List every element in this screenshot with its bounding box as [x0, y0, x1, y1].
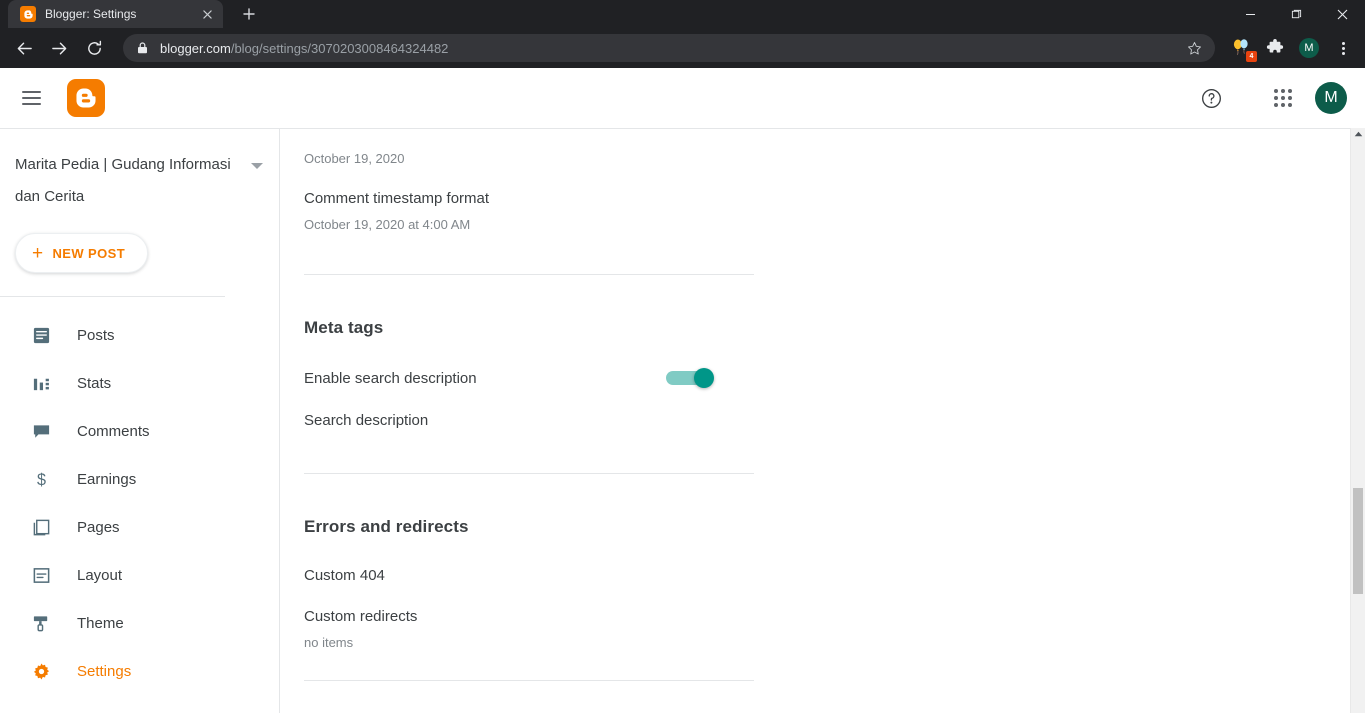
reload-icon[interactable]: [80, 34, 108, 62]
url-path: /blog/settings/3070203008464324482: [230, 40, 449, 56]
url-host: blogger.com: [160, 40, 231, 56]
sidebar-item-reading-list[interactable]: Reading List: [0, 695, 279, 713]
browser-chrome: Blogger: Settings blogger.com/blog/setti…: [0, 0, 1365, 68]
sidebar-item-label: Pages: [77, 518, 120, 536]
window-maximize-button[interactable]: [1273, 0, 1319, 28]
section-divider: [304, 473, 754, 474]
sidebar-item-stats[interactable]: Stats: [0, 359, 279, 407]
meta-tags-section-title: Meta tags: [304, 318, 384, 337]
balloons-badge: 4: [1246, 51, 1257, 62]
sidebar-item-label: Layout: [77, 566, 123, 584]
sidebar-item-posts[interactable]: Posts: [0, 311, 279, 359]
sidebar-item-label: Settings: [77, 662, 132, 680]
earnings-icon: $: [31, 469, 51, 489]
tab-title: Blogger: Settings: [45, 7, 137, 21]
page-scrollbar[interactable]: [1350, 128, 1365, 713]
browser-tab[interactable]: Blogger: Settings: [8, 0, 223, 28]
sidebar-item-earnings[interactable]: $ Earnings: [0, 455, 279, 503]
posts-icon: [31, 325, 51, 345]
blogger-favicon-icon: [20, 6, 36, 22]
address-bar[interactable]: blogger.com/blog/settings/30702030084643…: [123, 34, 1215, 62]
tab-strip: Blogger: Settings: [0, 0, 1365, 28]
browser-toolbar: blogger.com/blog/settings/30702030084643…: [0, 28, 1365, 68]
search-description-label: Search description: [304, 412, 429, 429]
window-minimize-button[interactable]: [1227, 0, 1273, 28]
toggle-knob: [694, 368, 714, 388]
timestamp-format-value[interactable]: October 19, 2020: [304, 151, 730, 166]
comment-timestamp-format-value: October 19, 2020 at 4:00 AM: [304, 217, 471, 232]
custom-redirects-value: no items: [304, 635, 354, 650]
sidebar-item-label: Comments: [77, 422, 150, 440]
blogger-logo-icon[interactable]: [67, 79, 105, 117]
apps-grid-dots: [1274, 89, 1292, 107]
search-description-row[interactable]: Search description: [304, 412, 730, 429]
puzzle-piece-icon[interactable]: [1261, 34, 1289, 62]
new-post-label: NEW POST: [52, 245, 126, 261]
chrome-profile-initial: M: [1299, 38, 1319, 58]
settings-content: October 19, 2020 Comment timestamp forma…: [280, 128, 1350, 713]
comment-timestamp-format-label: Comment timestamp format: [304, 190, 490, 207]
sidebar-nav: Posts Stats Comments $ Earnings Pages La…: [0, 297, 279, 713]
sidebar-item-label: Earnings: [77, 470, 137, 488]
back-arrow-icon[interactable]: [10, 34, 38, 62]
layout-icon: [31, 565, 51, 585]
help-icon[interactable]: [1191, 78, 1231, 118]
chevron-down-icon[interactable]: [251, 163, 263, 169]
sidebar-item-comments[interactable]: Comments: [0, 407, 279, 455]
enable-search-description-toggle[interactable]: [666, 368, 714, 388]
sidebar-item-label: Stats: [77, 374, 112, 392]
settings-list: October 19, 2020 Comment timestamp forma…: [280, 129, 754, 681]
blog-selector[interactable]: Marita Pedia | Gudang Informasi dan Ceri…: [0, 129, 279, 213]
custom-404-label: Custom 404: [304, 567, 385, 584]
section-divider: [304, 274, 754, 275]
sidebar-item-theme[interactable]: Theme: [0, 599, 279, 647]
sidebar-item-layout[interactable]: Layout: [0, 551, 279, 599]
window-controls: [1227, 0, 1365, 28]
comment-timestamp-format-row[interactable]: Comment timestamp format October 19, 202…: [304, 190, 730, 232]
menu-dots: [1341, 41, 1345, 55]
scrollbar-up-arrow-icon[interactable]: [1351, 131, 1365, 137]
theme-icon: [31, 613, 51, 633]
errors-redirects-section-title: Errors and redirects: [304, 517, 469, 536]
lock-icon: [137, 42, 148, 54]
app-body: Marita Pedia | Gudang Informasi dan Ceri…: [0, 128, 1365, 713]
sidebar-item-label: Posts: [77, 326, 115, 344]
star-icon[interactable]: [1181, 35, 1207, 61]
stats-icon: [31, 373, 51, 393]
window-close-button[interactable]: [1319, 0, 1365, 28]
sidebar-item-pages[interactable]: Pages: [0, 503, 279, 551]
avatar-initial: M: [1324, 89, 1338, 106]
new-post-button[interactable]: + NEW POST: [15, 233, 149, 273]
blogger-app: M Marita Pedia | Gudang Informasi dan Ce…: [0, 68, 1365, 713]
sidebar-item-label: Theme: [77, 614, 124, 632]
enable-search-description-label: Enable search description: [304, 369, 477, 387]
comments-icon: [31, 421, 51, 441]
balloons-icon[interactable]: 4: [1227, 34, 1257, 62]
chrome-profile-avatar[interactable]: M: [1295, 34, 1323, 62]
settings-gear-icon: [31, 661, 51, 681]
custom-redirects-row[interactable]: Custom redirects no items: [304, 608, 730, 650]
enable-search-description-row[interactable]: Enable search description: [304, 368, 730, 388]
avatar[interactable]: M: [1315, 82, 1347, 114]
svg-text:$: $: [37, 471, 46, 489]
app-header: M: [0, 68, 1365, 128]
pages-icon: [31, 517, 51, 537]
apps-grid-icon[interactable]: [1263, 78, 1303, 118]
tab-close-icon[interactable]: [199, 6, 215, 22]
blog-title: Marita Pedia | Gudang Informasi dan Ceri…: [15, 156, 231, 205]
custom-404-row[interactable]: Custom 404: [304, 567, 730, 584]
three-dot-menu-icon[interactable]: [1329, 34, 1357, 62]
hamburger-menu-icon[interactable]: [22, 91, 41, 105]
address-bar-url: blogger.com/blog/settings/30702030084643…: [160, 41, 1181, 56]
sidebar-item-settings[interactable]: Settings: [0, 647, 279, 695]
forward-arrow-icon[interactable]: [45, 34, 73, 62]
scrollbar-thumb[interactable]: [1353, 488, 1363, 594]
new-tab-button[interactable]: [235, 0, 263, 28]
sidebar: Marita Pedia | Gudang Informasi dan Ceri…: [0, 128, 280, 713]
custom-redirects-label: Custom redirects: [304, 608, 418, 625]
section-divider: [304, 680, 754, 681]
reading-list-icon: [31, 709, 51, 713]
plus-icon: +: [32, 242, 44, 264]
